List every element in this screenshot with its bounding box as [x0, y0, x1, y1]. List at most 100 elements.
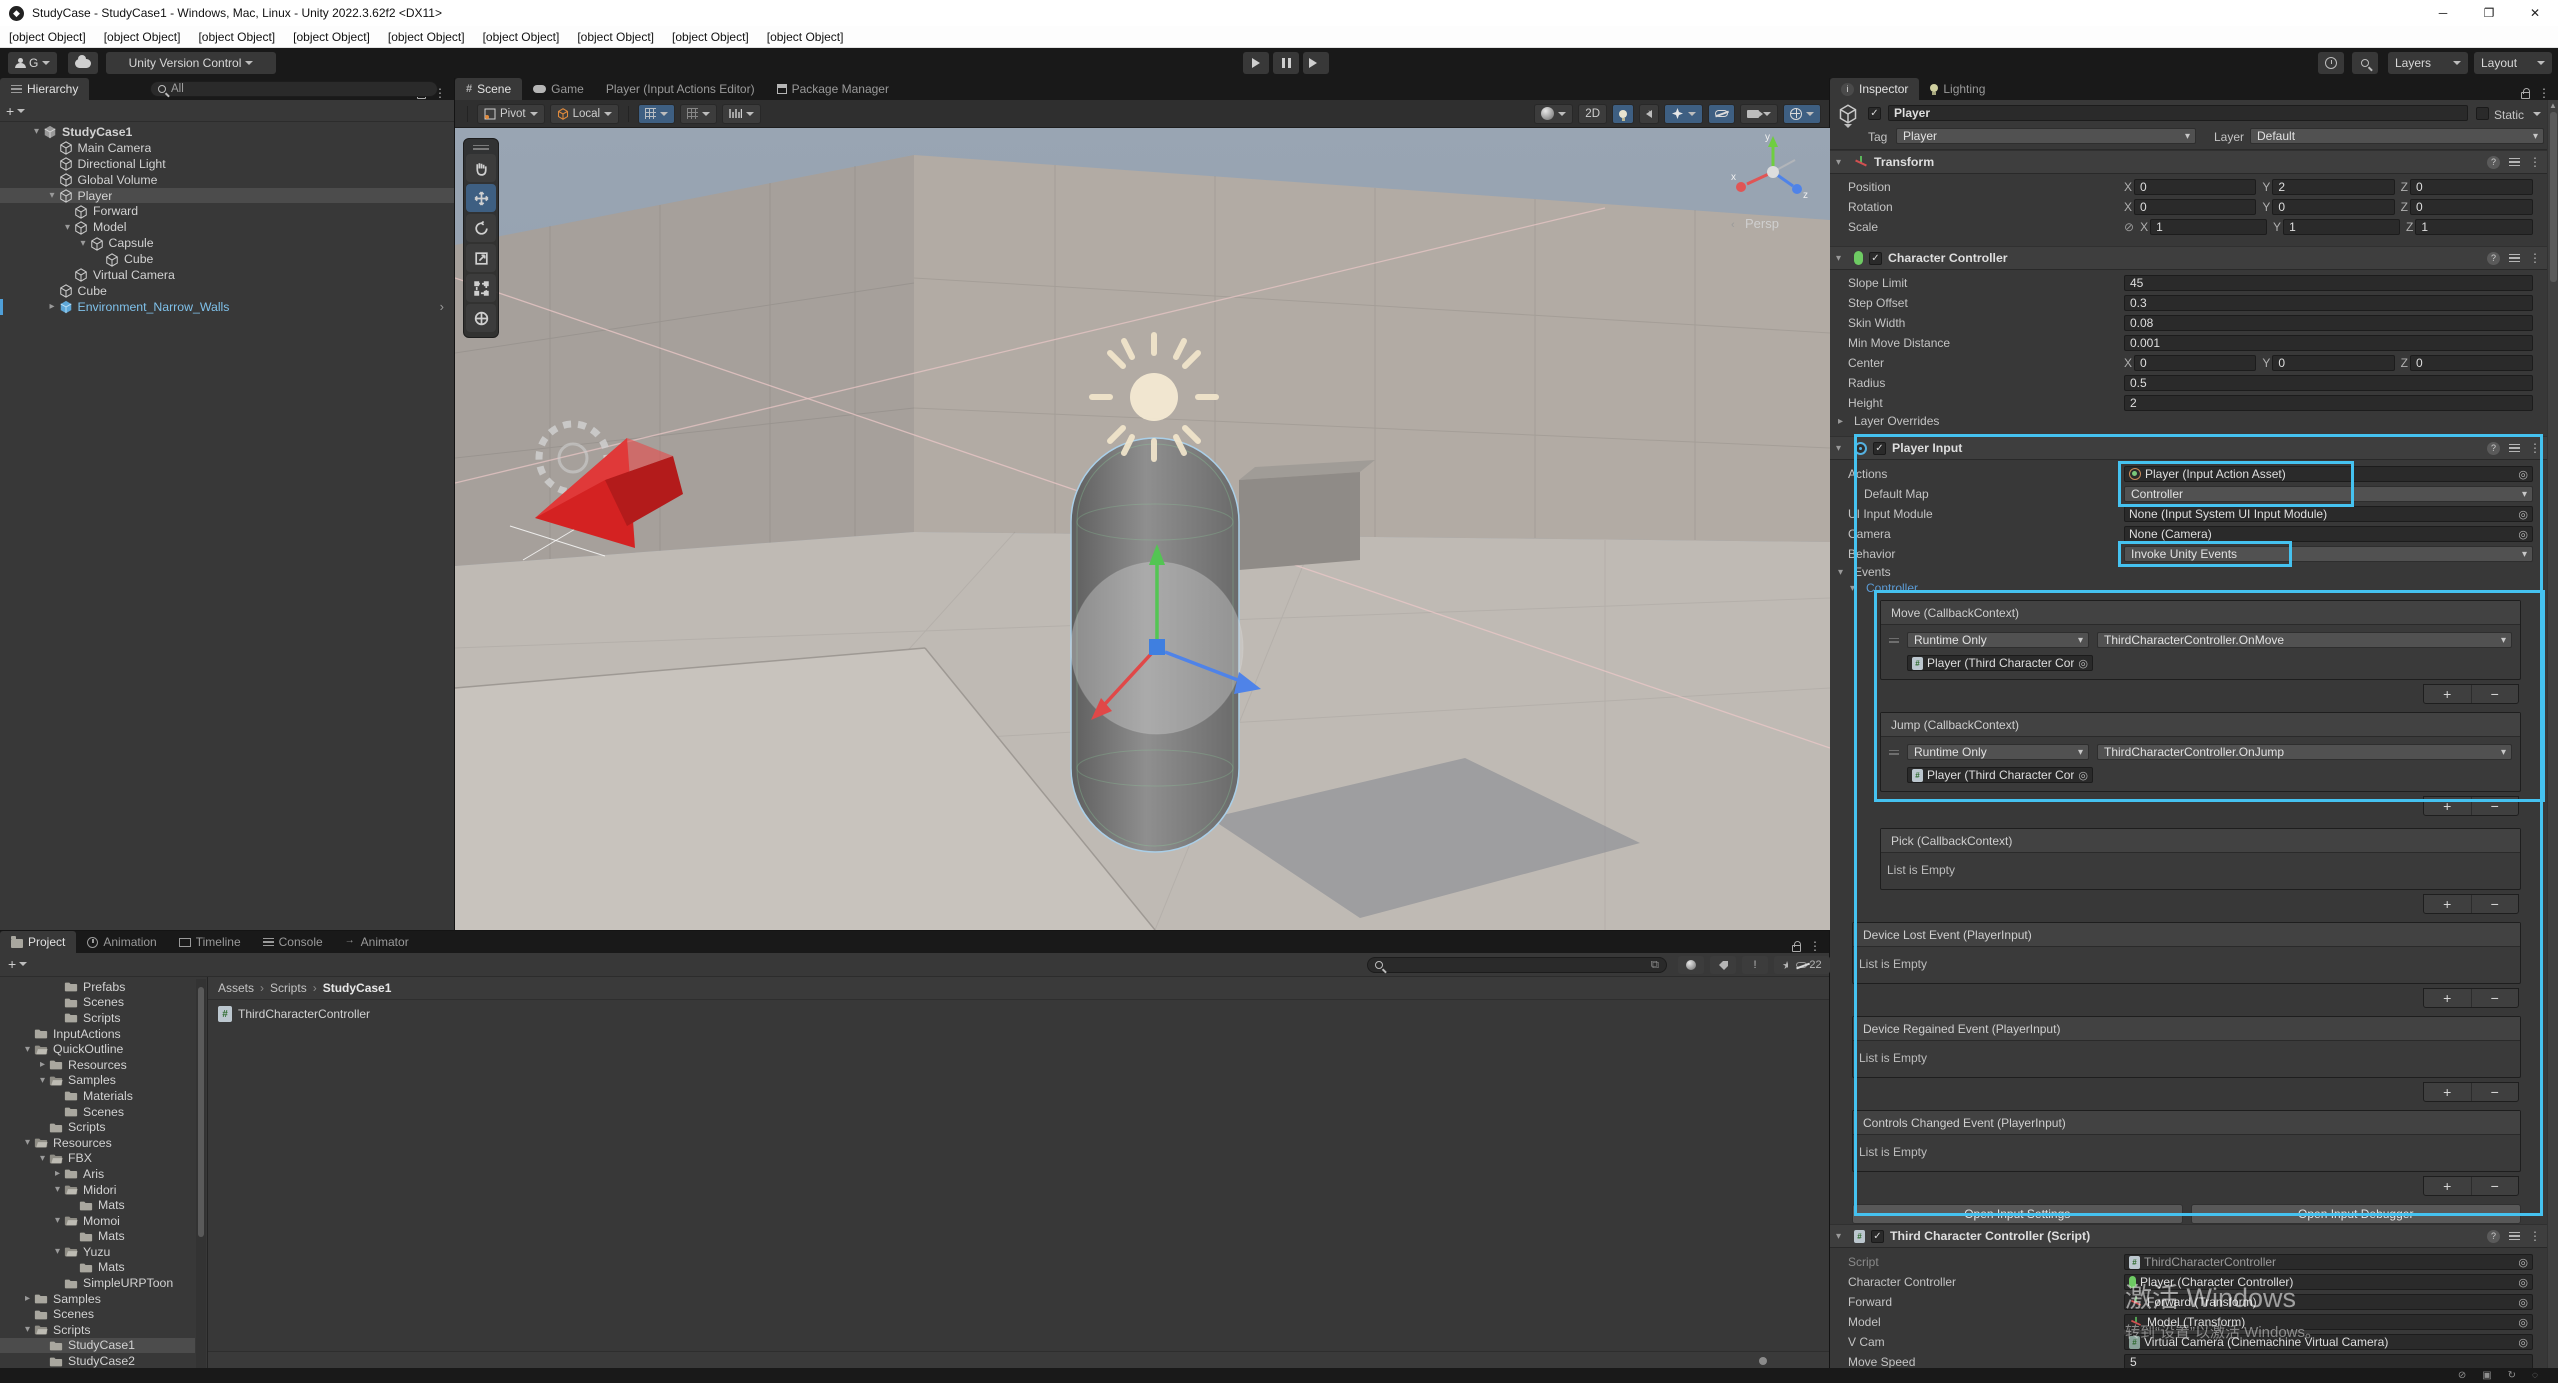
radius-field[interactable]: 0.5: [2124, 375, 2533, 391]
object-picker-icon[interactable]: [2078, 769, 2088, 782]
object-picker-icon[interactable]: [2518, 1316, 2528, 1329]
hierarchy-row[interactable]: Forward ›: [0, 203, 454, 219]
project-tree-row[interactable]: Resources: [0, 1135, 195, 1151]
notifications-muted-icon[interactable]: ⊘: [2458, 1370, 2466, 1381]
position-x[interactable]: X0: [2124, 179, 2256, 195]
project-tree-row[interactable]: Yuzu: [0, 1244, 195, 1260]
project-tree-row[interactable]: Samples: [0, 1291, 195, 1307]
undo-history-button[interactable]: [2318, 52, 2344, 74]
drag-handle-icon[interactable]: [1889, 638, 1899, 643]
foldout-arrow-icon[interactable]: [36, 1153, 49, 1164]
project-tree-row[interactable]: Prefabs: [0, 979, 195, 995]
foldout-arrow-icon[interactable]: [51, 1168, 64, 1179]
menu-item[interactable]: [object Object]: [95, 30, 190, 44]
hierarchy-row[interactable]: Main Camera ›: [0, 140, 454, 156]
scene-audio-toggle[interactable]: [1639, 104, 1659, 124]
add-listener-button[interactable]: +: [2424, 685, 2472, 703]
foldout-arrow-icon[interactable]: [77, 238, 90, 249]
hierarchy-row[interactable]: StudyCase1 ›: [0, 124, 454, 140]
foldout-arrow-icon[interactable]: [61, 222, 74, 233]
hierarchy-row[interactable]: Cube ›: [0, 283, 454, 299]
active-checkbox[interactable]: ✓: [1868, 107, 1881, 120]
tab-lighting[interactable]: Lighting: [1919, 78, 1996, 100]
hierarchy-row[interactable]: Cube ›: [0, 251, 454, 267]
help-icon[interactable]: ?: [2487, 252, 2500, 265]
menu-item[interactable]: [object Object]: [0, 30, 95, 44]
remove-listener-button[interactable]: −: [2472, 1177, 2519, 1195]
hierarchy-row[interactable]: Global Volume ›: [0, 172, 454, 188]
object-picker-icon[interactable]: [2518, 1296, 2528, 1309]
rotation-x[interactable]: X0: [2124, 199, 2256, 215]
remove-listener-button[interactable]: −: [2472, 685, 2519, 703]
gameobject-icon[interactable]: [1838, 104, 1858, 127]
draw-mode-dropdown[interactable]: [1534, 104, 1573, 124]
tag-dropdown[interactable]: Player: [1896, 128, 2196, 144]
menu-item[interactable]: [object Object]: [474, 30, 569, 44]
breadcrumb-scripts[interactable]: Scripts: [270, 981, 307, 995]
object-picker-icon[interactable]: [2518, 1336, 2528, 1349]
model-ref-field[interactable]: Model (Transform): [2124, 1314, 2533, 1330]
project-tree-row[interactable]: Momoi: [0, 1213, 195, 1229]
search-warnings-button[interactable]: !: [1742, 956, 1768, 974]
skin-width-field[interactable]: 0.08: [2124, 315, 2533, 331]
menu-item[interactable]: [object Object]: [379, 30, 474, 44]
foldout-arrow-icon[interactable]: [21, 1137, 34, 1148]
help-icon[interactable]: ?: [2487, 442, 2500, 455]
layer-overrides-foldout[interactable]: ▸Layer Overrides: [1830, 413, 2547, 429]
transform-header[interactable]: ▾ Transform ?: [1830, 150, 2547, 174]
open-search-window-icon[interactable]: ⧉: [1651, 959, 1659, 972]
foldout-arrow-icon[interactable]: [51, 1184, 64, 1195]
project-tree-row[interactable]: Scripts: [0, 1322, 195, 1338]
perspective-label[interactable]: Persp: [1745, 216, 1779, 231]
open-input-settings-button[interactable]: Open Input Settings: [1852, 1204, 2183, 1224]
foldout-arrow-icon[interactable]: [36, 1059, 49, 1070]
menu-item[interactable]: [object Object]: [568, 30, 663, 44]
component-menu-icon[interactable]: [2529, 441, 2541, 455]
pause-button[interactable]: [1273, 52, 1299, 74]
add-listener-button[interactable]: +: [2424, 1177, 2472, 1195]
grid-snap-button[interactable]: [680, 104, 717, 124]
controller-events-foldout[interactable]: ▾Controller: [1830, 580, 2547, 596]
gameobject-name-field[interactable]: Player: [1888, 105, 2468, 121]
scene-effects-dropdown[interactable]: [1664, 104, 1703, 124]
tab-game[interactable]: Game: [522, 78, 595, 100]
project-tree-row[interactable]: Scenes: [0, 1306, 195, 1322]
panel-menu-icon[interactable]: [2538, 86, 2550, 100]
scene-viewport[interactable]: x y z Persp ‹: [455, 128, 1830, 930]
behavior-dropdown[interactable]: Invoke Unity Events: [2124, 546, 2533, 562]
hierarchy-row[interactable]: Model ›: [0, 219, 454, 235]
tab-package-manager[interactable]: Package Manager: [766, 78, 900, 100]
remove-listener-button[interactable]: −: [2472, 1083, 2519, 1101]
project-tree-row[interactable]: Materials: [0, 1088, 195, 1104]
menu-item[interactable]: [object Object]: [189, 30, 284, 44]
jump-method-dropdown[interactable]: ThirdCharacterController.OnJump: [2097, 744, 2512, 760]
2d-toggle-button[interactable]: 2D: [1578, 104, 1607, 124]
layers-dropdown[interactable]: Layers: [2388, 52, 2468, 74]
center-x[interactable]: X0: [2124, 355, 2256, 371]
snap-increment-button[interactable]: [722, 104, 761, 124]
maximize-button[interactable]: ❐: [2466, 0, 2512, 26]
directional-light-gizmo[interactable]: [1092, 335, 1216, 459]
remove-listener-button[interactable]: −: [2472, 797, 2519, 815]
auto-refresh-icon[interactable]: ↻: [2508, 1370, 2516, 1381]
presets-icon[interactable]: [2509, 158, 2520, 167]
version-control-button[interactable]: Unity Version Control: [106, 52, 276, 74]
play-button[interactable]: [1243, 52, 1269, 74]
create-object-button[interactable]: +: [6, 103, 25, 119]
tool-handle-position-dropdown[interactable]: Pivot: [477, 104, 545, 124]
account-button[interactable]: G: [8, 52, 57, 74]
player-input-header[interactable]: ▾ ✓ Player Input ?: [1830, 436, 2547, 460]
palette-drag-handle[interactable]: [464, 142, 498, 152]
project-tree-row[interactable]: Mats: [0, 1229, 195, 1245]
rotation-y[interactable]: Y0: [2262, 199, 2394, 215]
hidden-objects-toggle[interactable]: [1708, 104, 1735, 124]
add-listener-button[interactable]: +: [2424, 989, 2472, 1007]
lock-icon[interactable]: [2521, 92, 2530, 99]
menu-item[interactable]: [object Object]: [663, 30, 758, 44]
foldout-arrow-icon[interactable]: [46, 301, 59, 312]
static-dropdown-icon[interactable]: [2533, 112, 2541, 116]
hierarchy-row[interactable]: Virtual Camera ›: [0, 267, 454, 283]
tab-hierarchy[interactable]: Hierarchy: [0, 78, 89, 100]
slope-limit-field[interactable]: 45: [2124, 275, 2533, 291]
remove-listener-button[interactable]: −: [2472, 989, 2519, 1007]
